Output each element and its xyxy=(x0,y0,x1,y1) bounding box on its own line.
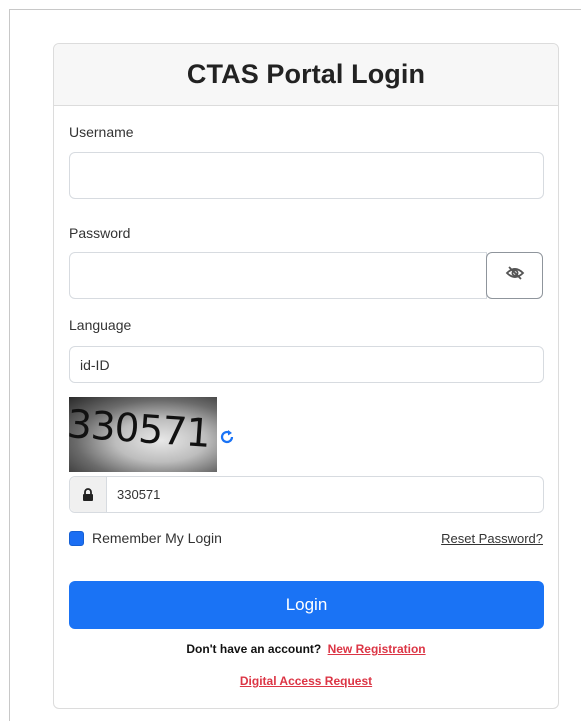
password-input[interactable] xyxy=(69,252,487,299)
login-card: CTAS Portal Login Username Password Lang… xyxy=(53,43,559,709)
no-account-text: Don't have an account? xyxy=(186,642,322,656)
card-header: CTAS Portal Login xyxy=(54,44,558,106)
captcha-input[interactable]: 330571 xyxy=(107,477,160,512)
captcha-input-group[interactable]: 330571 xyxy=(69,476,544,513)
captcha-image-text: 330571 xyxy=(69,402,212,457)
remember-label: Remember My Login xyxy=(92,530,222,546)
reset-password-link[interactable]: Reset Password? xyxy=(441,531,543,546)
language-value: id-ID xyxy=(80,356,110,373)
digital-access-request-link[interactable]: Digital Access Request xyxy=(54,674,558,688)
remember-checkbox[interactable] xyxy=(69,530,84,546)
remember-me[interactable]: Remember My Login xyxy=(69,530,222,546)
register-line: Don't have an account? New Registration xyxy=(54,642,558,656)
password-label: Password xyxy=(69,225,131,241)
username-input[interactable] xyxy=(69,152,544,199)
new-registration-link[interactable]: New Registration xyxy=(328,642,426,656)
language-label: Language xyxy=(69,317,132,333)
page-title: CTAS Portal Login xyxy=(186,59,426,89)
login-button[interactable]: Login xyxy=(69,581,544,629)
language-select[interactable]: id-ID xyxy=(69,346,544,383)
captcha-image: 330571 xyxy=(69,397,217,472)
toggle-password-button[interactable] xyxy=(486,252,543,299)
lock-icon xyxy=(70,477,107,512)
refresh-icon[interactable] xyxy=(218,428,236,446)
eye-slash-icon xyxy=(505,265,525,286)
username-label: Username xyxy=(69,124,134,140)
